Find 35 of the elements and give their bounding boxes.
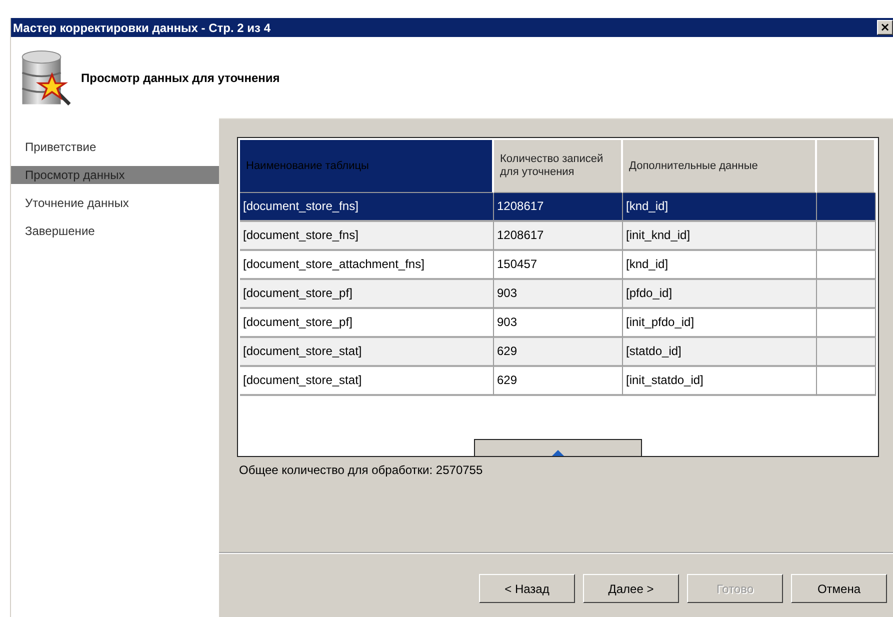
table-cell: [knd_id] (623, 193, 817, 222)
table-cell: [document_store_fns] (240, 222, 494, 251)
table-cell: 629 (494, 338, 623, 367)
table-cell: [document_store_pf] (240, 280, 494, 309)
table-cell: [document_store_fns] (240, 193, 494, 222)
close-button[interactable]: × (877, 20, 893, 35)
table-cell: 150457 (494, 251, 623, 280)
wizard-step[interactable]: Уточнение данных (11, 194, 219, 212)
table-cell: 903 (494, 309, 623, 338)
table-cell: [document_store_attachment_fns] (240, 251, 494, 280)
table-cell: [pfdo_id] (623, 280, 817, 309)
table-cell: 629 (494, 367, 623, 396)
page-heading: Просмотр данных для уточнения (81, 70, 280, 84)
table-cell: [knd_id] (623, 251, 817, 280)
wizard-step[interactable]: Приветствие (11, 138, 219, 156)
table-cell: 1208617 (494, 222, 623, 251)
column-header[interactable]: Дополнительные данные (623, 140, 817, 193)
table-cell: [document_store_pf] (240, 309, 494, 338)
table-cell: [document_store_stat] (240, 367, 494, 396)
column-header[interactable]: Количество записей для уточнения (494, 140, 623, 193)
table-cell: [init_knd_id] (623, 222, 817, 251)
table-cell: [statdo_id] (623, 338, 817, 367)
total-count-text: Общее количество для обработки: 2570755 (239, 463, 484, 477)
window-title: Мастер корректировки данных - Стр. 2 из 4 (13, 20, 271, 34)
wizard-step[interactable]: Просмотр данных (11, 166, 219, 184)
scroll-handle[interactable] (474, 439, 642, 456)
wizard-button[interactable]: Далее > (583, 574, 679, 603)
wizard-step[interactable]: Завершение (11, 222, 219, 240)
table-cell: 903 (494, 280, 623, 309)
table-cell: [init_statdo_id] (623, 367, 817, 396)
table-cell: [init_pfdo_id] (623, 309, 817, 338)
table-cell: 1208617 (494, 193, 623, 222)
wizard-button[interactable]: < Назад (479, 574, 575, 603)
wizard-button[interactable]: Отмена (791, 574, 887, 603)
table-cell: [document_store_stat] (240, 338, 494, 367)
